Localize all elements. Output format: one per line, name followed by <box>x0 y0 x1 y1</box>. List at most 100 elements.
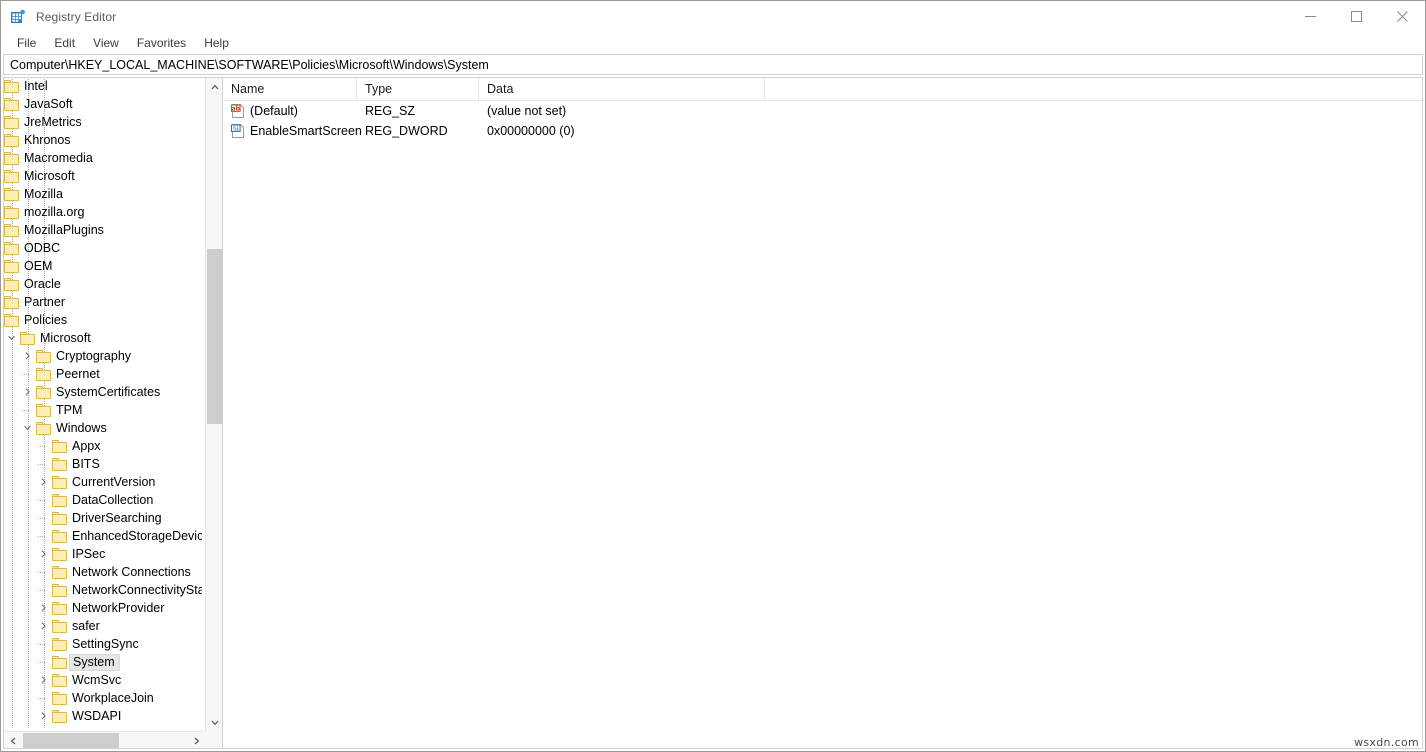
tree-expander <box>36 509 52 527</box>
tree-vertical-scroll-thumb[interactable] <box>207 249 222 424</box>
tree-node[interactable]: MozillaPlugins <box>4 221 202 239</box>
tree-node[interactable]: SettingSync <box>4 635 202 653</box>
chevron-right-icon[interactable] <box>40 622 47 630</box>
tree-expander[interactable] <box>36 617 52 635</box>
tree-node[interactable]: SystemCertificates <box>4 383 202 401</box>
tree-node[interactable]: Policies <box>4 311 202 329</box>
tree-expander[interactable] <box>20 383 36 401</box>
tree-node[interactable]: WorkplaceJoin <box>4 689 202 707</box>
tree-node[interactable]: Microsoft <box>4 329 202 347</box>
chevron-right-icon[interactable] <box>24 388 31 396</box>
folder-icon <box>52 620 67 633</box>
tree-node[interactable]: JavaSoft <box>4 95 202 113</box>
tree-node[interactable]: BITS <box>4 455 202 473</box>
tree-horizontal-scroll-thumb[interactable] <box>23 733 119 748</box>
menu-help[interactable]: Help <box>195 34 238 53</box>
tree-expander[interactable] <box>36 599 52 617</box>
tree-node[interactable]: mozilla.org <box>4 203 202 221</box>
string-value-icon: ab <box>231 104 245 118</box>
menu-favorites[interactable]: Favorites <box>128 34 195 53</box>
tree-node[interactable]: IPSec <box>4 545 202 563</box>
tree-node[interactable]: Cryptography <box>4 347 202 365</box>
chevron-up-icon <box>211 84 219 90</box>
tree-node[interactable]: NetworkConnectivityStatusIndicator <box>4 581 202 599</box>
tree-node[interactable]: Oracle <box>4 275 202 293</box>
value-data: 0x00000000 (0) <box>487 124 575 138</box>
tree-node[interactable]: JreMetrics <box>4 113 202 131</box>
menu-file[interactable]: File <box>8 34 45 53</box>
table-row[interactable]: ab(Default)REG_SZ(value not set) <box>223 101 1422 121</box>
main-content: IntelJavaSoftJreMetricsKhronosMacromedia… <box>3 77 1423 749</box>
tree-node[interactable]: Microsoft <box>4 167 202 185</box>
tree-node[interactable]: Mozilla <box>4 185 202 203</box>
registry-values-pane[interactable]: Name Type Data ab(Default)REG_SZ(value n… <box>222 77 1423 749</box>
tree-node[interactable]: Macromedia <box>4 149 202 167</box>
tree-node[interactable]: WcmSvc <box>4 671 202 689</box>
chevron-down-icon[interactable] <box>8 334 15 342</box>
chevron-right-icon[interactable] <box>40 550 47 558</box>
chevron-right-icon[interactable] <box>40 478 47 486</box>
tree-expander[interactable] <box>20 419 36 437</box>
menu-edit[interactable]: Edit <box>45 34 84 53</box>
tree-node[interactable]: OEM <box>4 257 202 275</box>
tree-node[interactable]: Windows <box>4 419 202 437</box>
maximize-button[interactable] <box>1333 1 1379 31</box>
tree-node[interactable]: NetworkProvider <box>4 599 202 617</box>
tree-scroll-left-button[interactable] <box>4 732 21 749</box>
tree-node[interactable]: WSDAPI <box>4 707 202 725</box>
column-header-name[interactable]: Name <box>223 78 357 100</box>
tree-node-selected[interactable]: System <box>4 653 202 671</box>
tree-scroll-right-button[interactable] <box>188 732 205 749</box>
tree-expander <box>36 563 52 581</box>
menu-view[interactable]: View <box>84 34 128 53</box>
folder-icon <box>4 170 19 183</box>
tree-expander[interactable] <box>20 347 36 365</box>
tree-scroll-down-button[interactable] <box>206 714 222 731</box>
tree-node[interactable]: Windows Advanced Threat Protection <box>4 725 202 728</box>
tree-node[interactable]: safer <box>4 617 202 635</box>
folder-icon <box>4 206 19 219</box>
tree-node-label: DataCollection <box>72 491 153 509</box>
values-list: ab(Default)REG_SZ(value not set)011100En… <box>223 101 1422 141</box>
tree-node[interactable]: DriverSearching <box>4 509 202 527</box>
tree-scroll-up-button[interactable] <box>206 78 222 95</box>
registry-tree-pane[interactable]: IntelJavaSoftJreMetricsKhronosMacromedia… <box>3 77 222 749</box>
chevron-right-icon[interactable] <box>40 604 47 612</box>
tree-node[interactable]: Network Connections <box>4 563 202 581</box>
chevron-right-icon[interactable] <box>40 712 47 720</box>
tree-node[interactable]: CurrentVersion <box>4 473 202 491</box>
tree-node[interactable]: EnhancedStorageDevices <box>4 527 202 545</box>
tree-node[interactable]: ODBC <box>4 239 202 257</box>
chevron-down-icon[interactable] <box>24 424 31 432</box>
table-row[interactable]: 011100EnableSmartScreenREG_DWORD0x000000… <box>223 121 1422 141</box>
chevron-right-icon[interactable] <box>40 676 47 684</box>
column-header-data[interactable]: Data <box>479 78 765 100</box>
svg-text:100: 100 <box>233 128 239 132</box>
tree-expander[interactable] <box>36 671 52 689</box>
tree-expander[interactable] <box>36 707 52 725</box>
minimize-button[interactable] <box>1287 1 1333 31</box>
tree-expander[interactable] <box>36 545 52 563</box>
chevron-right-icon[interactable] <box>24 352 31 360</box>
address-bar[interactable]: Computer\HKEY_LOCAL_MACHINE\SOFTWARE\Pol… <box>3 54 1423 75</box>
folder-icon <box>4 224 19 237</box>
tree-node-label: Appx <box>72 437 101 455</box>
tree-node[interactable]: Appx <box>4 437 202 455</box>
tree-horizontal-scrollbar[interactable] <box>4 731 205 748</box>
tree-vertical-scrollbar[interactable] <box>205 78 222 731</box>
tree-node[interactable]: Partner <box>4 293 202 311</box>
tree-expander[interactable] <box>4 329 20 347</box>
tree-node[interactable]: Khronos <box>4 131 202 149</box>
column-header-type[interactable]: Type <box>357 78 479 100</box>
tree-node[interactable]: Peernet <box>4 365 202 383</box>
tree-node[interactable]: DataCollection <box>4 491 202 509</box>
tree-expander <box>36 437 52 455</box>
close-button[interactable] <box>1379 1 1425 31</box>
folder-icon <box>4 98 19 111</box>
tree-node[interactable]: Intel <box>4 78 202 95</box>
folder-icon <box>4 278 19 291</box>
tree-expander[interactable] <box>36 473 52 491</box>
folder-icon <box>36 386 51 399</box>
tree-node-label: Peernet <box>56 365 100 383</box>
tree-node[interactable]: TPM <box>4 401 202 419</box>
